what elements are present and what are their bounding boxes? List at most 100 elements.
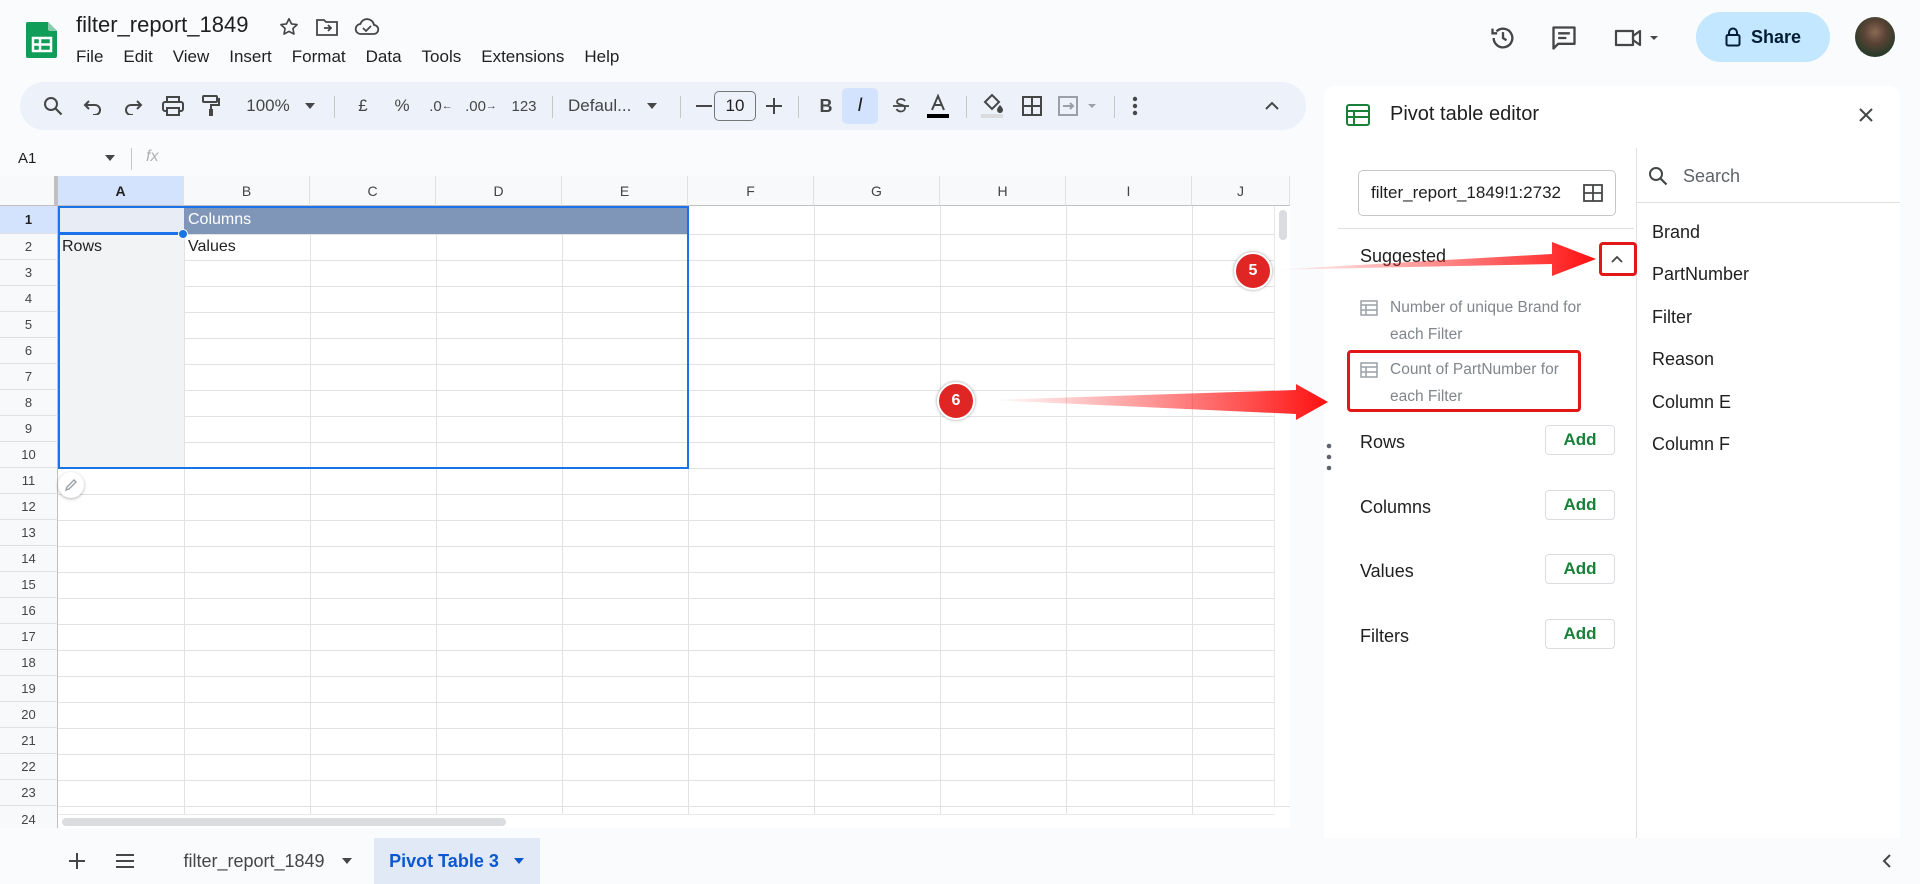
search-menus-icon[interactable] <box>38 82 68 130</box>
fill-handle[interactable] <box>178 229 188 239</box>
column-header-j[interactable]: J <box>1192 176 1290 206</box>
redo-icon[interactable] <box>118 82 148 130</box>
row-header-17[interactable]: 17 <box>0 624 58 650</box>
row-header-3[interactable]: 3 <box>0 260 58 286</box>
zoom-select[interactable]: 100% <box>238 82 298 130</box>
pivot-rows-area[interactable] <box>58 234 184 468</box>
add-columns-button[interactable]: Add <box>1545 490 1615 520</box>
row-header-20[interactable]: 20 <box>0 702 58 728</box>
star-icon[interactable] <box>276 14 302 40</box>
row-header-10[interactable]: 10 <box>0 442 58 468</box>
column-header-e[interactable]: E <box>562 176 688 206</box>
column-header-f[interactable]: F <box>688 176 814 206</box>
select-range-icon[interactable] <box>1578 179 1608 207</box>
bold-button[interactable]: B <box>808 82 844 130</box>
account-avatar[interactable] <box>1855 17 1895 57</box>
column-header-b[interactable]: B <box>184 176 310 206</box>
name-box-dropdown-icon[interactable] <box>104 154 116 162</box>
menu-data[interactable]: Data <box>356 46 412 68</box>
undo-icon[interactable] <box>78 82 108 130</box>
horizontal-scrollbar[interactable] <box>58 814 1274 828</box>
column-header-h[interactable]: H <box>940 176 1066 206</box>
menu-help[interactable]: Help <box>574 46 629 68</box>
column-header-d[interactable]: D <box>436 176 562 206</box>
field-column-f[interactable]: Column F <box>1652 434 1730 455</box>
cloud-saved-icon[interactable] <box>354 14 380 40</box>
menu-insert[interactable]: Insert <box>219 46 282 68</box>
version-history-icon[interactable] <box>1486 21 1520 55</box>
row-header-1[interactable]: 1 <box>0 206 58 234</box>
more-formats-button[interactable]: 123 <box>504 82 544 130</box>
panel-resize-handle-icon[interactable] <box>1326 442 1332 472</box>
menu-file[interactable]: File <box>66 46 113 68</box>
row-header-24[interactable]: 24 <box>0 806 58 828</box>
cell-b2-values[interactable]: Values <box>188 236 236 258</box>
font-select[interactable]: Defaul... <box>560 82 650 130</box>
row-header-18[interactable]: 18 <box>0 650 58 676</box>
cell-b1-columns[interactable]: Columns <box>184 206 688 234</box>
add-rows-button[interactable]: Add <box>1545 425 1615 455</box>
italic-button[interactable]: I <box>842 88 878 124</box>
field-brand[interactable]: Brand <box>1652 222 1700 243</box>
suggestion-unique-brand[interactable]: Number of unique Brand for each Filter <box>1360 294 1620 348</box>
menu-format[interactable]: Format <box>282 46 356 68</box>
row-header-9[interactable]: 9 <box>0 416 58 442</box>
strikethrough-icon[interactable] <box>886 82 916 130</box>
close-icon[interactable] <box>1855 104 1877 126</box>
row-header-8[interactable]: 8 <box>0 390 58 416</box>
select-all-corner[interactable] <box>0 176 58 206</box>
row-header-15[interactable]: 15 <box>0 572 58 598</box>
row-header-11[interactable]: 11 <box>0 468 58 494</box>
horizontal-scroll-thumb[interactable] <box>62 818 506 826</box>
column-header-a[interactable]: A <box>58 176 184 206</box>
row-header-16[interactable]: 16 <box>0 598 58 624</box>
field-column-e[interactable]: Column E <box>1652 392 1731 413</box>
share-button[interactable]: Share <box>1696 12 1830 62</box>
row-header-22[interactable]: 22 <box>0 754 58 780</box>
add-filters-button[interactable]: Add <box>1545 619 1615 649</box>
sheets-logo-icon[interactable] <box>22 20 62 60</box>
row-header-4[interactable]: 4 <box>0 286 58 312</box>
cell-a1[interactable] <box>58 206 184 234</box>
row-header-13[interactable]: 13 <box>0 520 58 546</box>
add-values-button[interactable]: Add <box>1545 554 1615 584</box>
spreadsheet-grid[interactable]: A B C D E F G H I J 1 2 3 4 5 6 7 8 9 10… <box>0 176 1290 828</box>
formula-input[interactable] <box>170 146 1304 172</box>
field-filter[interactable]: Filter <box>1652 307 1692 328</box>
print-icon[interactable] <box>158 82 188 130</box>
text-color-icon[interactable] <box>920 82 956 130</box>
fill-color-icon[interactable] <box>974 82 1010 130</box>
zoom-dropdown-icon[interactable] <box>300 82 320 130</box>
field-search-input[interactable]: Search <box>1683 166 1740 187</box>
collapse-toolbar-icon[interactable] <box>1254 82 1290 130</box>
row-header-14[interactable]: 14 <box>0 546 58 572</box>
field-reason[interactable]: Reason <box>1652 349 1714 370</box>
cell-a2-rows[interactable]: Rows <box>62 236 102 258</box>
field-partnumber[interactable]: PartNumber <box>1652 264 1749 285</box>
row-header-7[interactable]: 7 <box>0 364 58 390</box>
more-options-icon[interactable] <box>1120 82 1150 130</box>
font-size-input[interactable]: 10 <box>714 91 756 121</box>
row-header-19[interactable]: 19 <box>0 676 58 702</box>
decrease-decimal-button[interactable]: .0 ← <box>424 82 458 130</box>
paint-format-icon[interactable] <box>196 82 226 130</box>
decrease-font-size-icon[interactable] <box>692 82 716 130</box>
borders-icon[interactable] <box>1014 82 1050 130</box>
merge-cells-icon[interactable] <box>1054 82 1106 130</box>
row-header-21[interactable]: 21 <box>0 728 58 754</box>
column-header-i[interactable]: I <box>1066 176 1192 206</box>
sheet-tab-filter-report[interactable]: filter_report_1849 <box>170 838 366 884</box>
all-sheets-icon[interactable] <box>112 848 138 874</box>
increase-font-size-icon[interactable] <box>762 82 786 130</box>
row-header-6[interactable]: 6 <box>0 338 58 364</box>
sheet-tab-pivot-table-3[interactable]: Pivot Table 3 <box>374 838 540 884</box>
comments-icon[interactable] <box>1547 21 1581 55</box>
side-panel-toggle-icon[interactable] <box>1876 850 1898 872</box>
document-title[interactable]: filter_report_1849 <box>76 12 248 38</box>
edit-pivot-button[interactable] <box>58 472 84 498</box>
column-header-c[interactable]: C <box>310 176 436 206</box>
font-dropdown-icon[interactable] <box>642 82 662 130</box>
column-header-g[interactable]: G <box>814 176 940 206</box>
menu-extensions[interactable]: Extensions <box>471 46 574 68</box>
format-percent-button[interactable]: % <box>388 82 416 130</box>
